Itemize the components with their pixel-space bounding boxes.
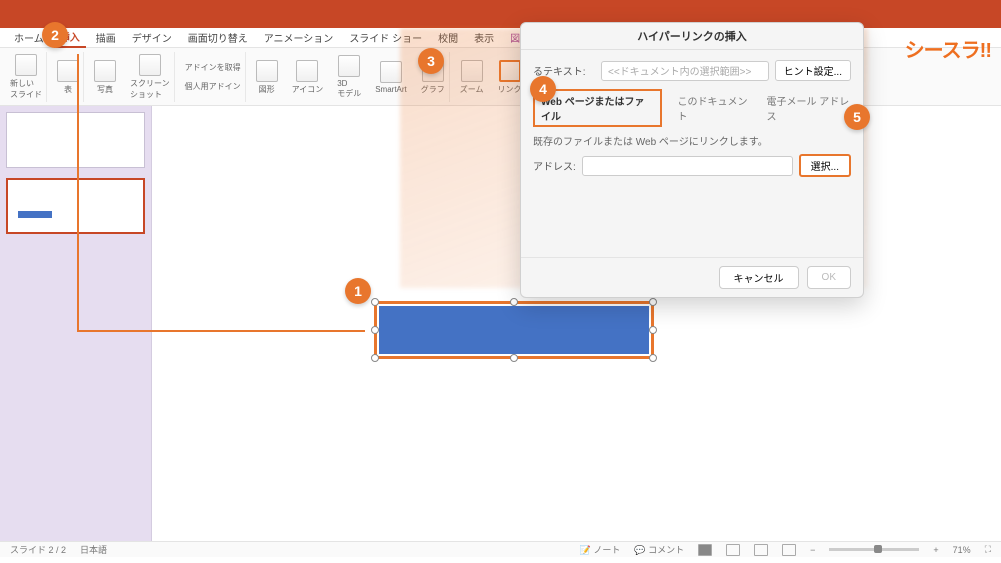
screenshot-label: スクリーン ショット bbox=[130, 78, 170, 100]
screenshot-icon bbox=[139, 54, 161, 76]
resize-handle[interactable] bbox=[510, 354, 518, 362]
photo-icon bbox=[94, 60, 116, 82]
tab-draw[interactable]: 描画 bbox=[90, 28, 122, 47]
table-icon bbox=[57, 60, 79, 82]
zoom-in-icon[interactable]: + bbox=[933, 545, 938, 555]
shapes-label: 図形 bbox=[259, 84, 275, 95]
photo-label: 写真 bbox=[97, 84, 113, 95]
resize-handle[interactable] bbox=[649, 326, 657, 334]
fit-to-window-icon[interactable]: ⛶ bbox=[985, 544, 991, 555]
resize-handle[interactable] bbox=[510, 298, 518, 306]
thumbnail-2[interactable] bbox=[6, 178, 145, 234]
slideshow-view-icon[interactable] bbox=[782, 544, 796, 556]
zoom-slider[interactable] bbox=[829, 548, 919, 551]
watermark-logo: シースラ!! bbox=[905, 34, 991, 63]
dialog-tab-email[interactable]: 電子メール アドレス bbox=[766, 91, 851, 125]
hint-settings-button[interactable]: ヒント設定... bbox=[775, 60, 851, 81]
display-text-input[interactable]: <<ドキュメント内の選択範囲>> bbox=[601, 61, 769, 81]
resize-handle[interactable] bbox=[371, 354, 379, 362]
annotation-line bbox=[77, 330, 365, 332]
model3d-label: 3D モデル bbox=[337, 79, 361, 99]
ribbon-icons[interactable]: アイコン bbox=[288, 52, 328, 102]
normal-view-icon[interactable] bbox=[698, 544, 712, 556]
rectangle-shape[interactable] bbox=[379, 306, 649, 354]
ribbon-table[interactable]: 表 bbox=[53, 52, 84, 102]
slide-thumbnails: 1 2 bbox=[0, 106, 152, 548]
ok-button[interactable]: OK bbox=[807, 266, 851, 289]
new-slide-label: 新しい スライド bbox=[10, 78, 42, 100]
thumbnail-1[interactable] bbox=[6, 112, 145, 168]
table-label: 表 bbox=[64, 84, 72, 95]
addin-get-label[interactable]: アドインを取得 bbox=[185, 62, 241, 73]
addin-personal-label[interactable]: 個人用アドイン bbox=[185, 81, 241, 92]
dialog-title: ハイパーリンクの挿入 bbox=[521, 23, 863, 50]
model3d-icon bbox=[338, 55, 360, 77]
ribbon-photo[interactable]: 写真 bbox=[90, 52, 120, 102]
shapes-icon bbox=[256, 60, 278, 82]
comments-button[interactable]: 💬 コメント bbox=[634, 543, 684, 556]
ribbon-shapes[interactable]: 図形 bbox=[252, 52, 282, 102]
tab-animations[interactable]: アニメーション bbox=[258, 28, 340, 47]
qat-icon[interactable] bbox=[10, 4, 28, 22]
resize-handle[interactable] bbox=[371, 298, 379, 306]
step-badge-5: 5 bbox=[844, 104, 870, 130]
resize-handle[interactable] bbox=[649, 354, 657, 362]
dialog-tab-document[interactable]: このドキュメント bbox=[678, 91, 751, 125]
ribbon-new-slide[interactable]: 新しい スライド bbox=[6, 52, 47, 102]
address-input[interactable] bbox=[582, 156, 793, 176]
thumb-shape bbox=[18, 211, 52, 218]
ribbon-screenshot[interactable]: スクリーン ショット bbox=[126, 52, 175, 102]
tab-design[interactable]: デザイン bbox=[126, 28, 178, 47]
notes-button[interactable]: 📝 ノート bbox=[580, 543, 621, 556]
step-badge-3: 3 bbox=[418, 48, 444, 74]
step-badge-2: 2 bbox=[42, 22, 68, 48]
step-badge-1: 1 bbox=[345, 278, 371, 304]
reading-view-icon[interactable] bbox=[754, 544, 768, 556]
zoom-percent[interactable]: 71% bbox=[953, 545, 971, 555]
select-button[interactable]: 選択... bbox=[799, 154, 851, 177]
icons-label: アイコン bbox=[292, 84, 324, 95]
cancel-button[interactable]: キャンセル bbox=[719, 266, 799, 289]
ribbon-addins[interactable]: アドインを取得 個人用アドイン bbox=[181, 52, 246, 102]
step-badge-4: 4 bbox=[530, 76, 556, 102]
smartart-icon bbox=[380, 61, 402, 83]
address-label: アドレス: bbox=[533, 158, 576, 173]
resize-handle[interactable] bbox=[371, 326, 379, 334]
icons-icon bbox=[296, 60, 318, 82]
slide-counter: スライド 2 / 2 bbox=[10, 543, 66, 556]
ribbon-3dmodel[interactable]: 3D モデル bbox=[333, 52, 365, 102]
slide-sorter-icon[interactable] bbox=[726, 544, 740, 556]
dialog-description: 既存のファイルまたは Web ページにリンクします。 bbox=[533, 133, 851, 148]
selected-shape[interactable] bbox=[374, 301, 654, 359]
zoom-out-icon[interactable]: − bbox=[810, 545, 815, 555]
new-slide-icon bbox=[15, 54, 37, 76]
status-bar: スライド 2 / 2 日本語 📝 ノート 💬 コメント − + 71% ⛶ bbox=[0, 541, 1001, 557]
hyperlink-dialog: ハイパーリンクの挿入 るテキスト: <<ドキュメント内の選択範囲>> ヒント設定… bbox=[520, 22, 864, 298]
tab-transitions[interactable]: 画面切り替え bbox=[182, 28, 254, 47]
annotation-line bbox=[77, 54, 79, 330]
resize-handle[interactable] bbox=[649, 298, 657, 306]
language-indicator[interactable]: 日本語 bbox=[80, 543, 107, 556]
